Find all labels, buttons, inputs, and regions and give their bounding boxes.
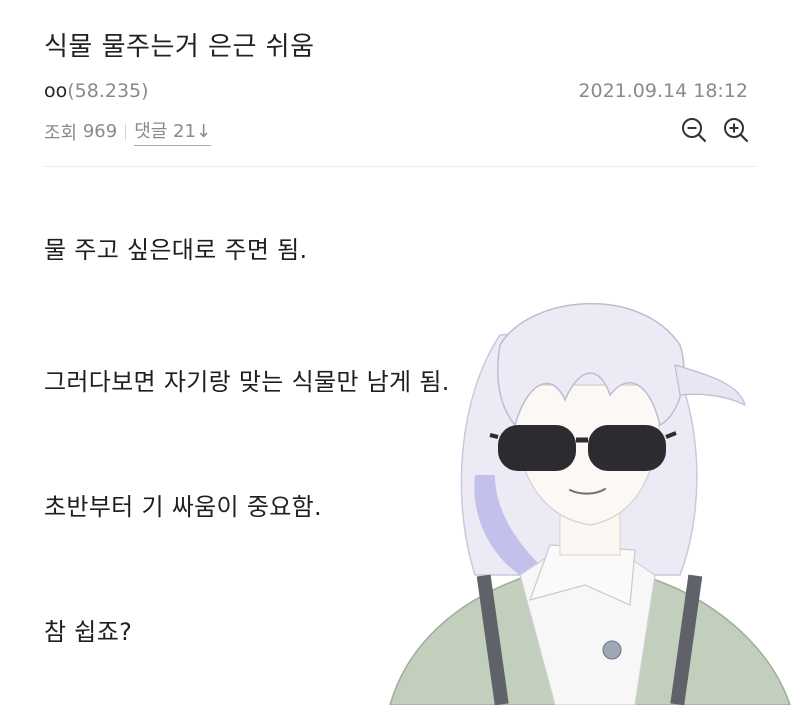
- comments-label: 댓글 21: [134, 121, 196, 142]
- post-title: 식물 물주는거 은근 쉬움: [44, 32, 315, 62]
- zoom-out-icon[interactable]: [680, 116, 708, 144]
- zoom-in-icon[interactable]: [722, 116, 750, 144]
- author-info[interactable]: oo(58.235): [44, 80, 149, 102]
- comments-link[interactable]: 댓글 21↓: [134, 117, 212, 146]
- down-arrow-icon: ↓: [195, 121, 212, 142]
- author-ip: (58.235): [67, 80, 149, 102]
- post-meta: 조회 969 댓글 21↓: [44, 117, 212, 146]
- views-count: 969: [82, 121, 118, 142]
- content-line-2: 그러다보면 자기랑 맞는 식물만 남게 됨.: [44, 368, 450, 396]
- header-divider: [44, 166, 756, 167]
- content-line-4: 참 쉽죠?: [44, 618, 133, 646]
- zoom-controls: [680, 116, 750, 144]
- cat-pin: [602, 640, 622, 660]
- character-illustration: [389, 303, 791, 705]
- post-date: 2021.09.14 18:12: [578, 80, 748, 102]
- views-label: 조회: [44, 122, 78, 144]
- content-line-3: 초반부터 기 싸움이 중요함.: [44, 493, 322, 521]
- author-name[interactable]: oo: [44, 80, 67, 102]
- meta-divider: [125, 123, 127, 140]
- content-line-1: 물 주고 싶은대로 주면 됨.: [44, 236, 308, 264]
